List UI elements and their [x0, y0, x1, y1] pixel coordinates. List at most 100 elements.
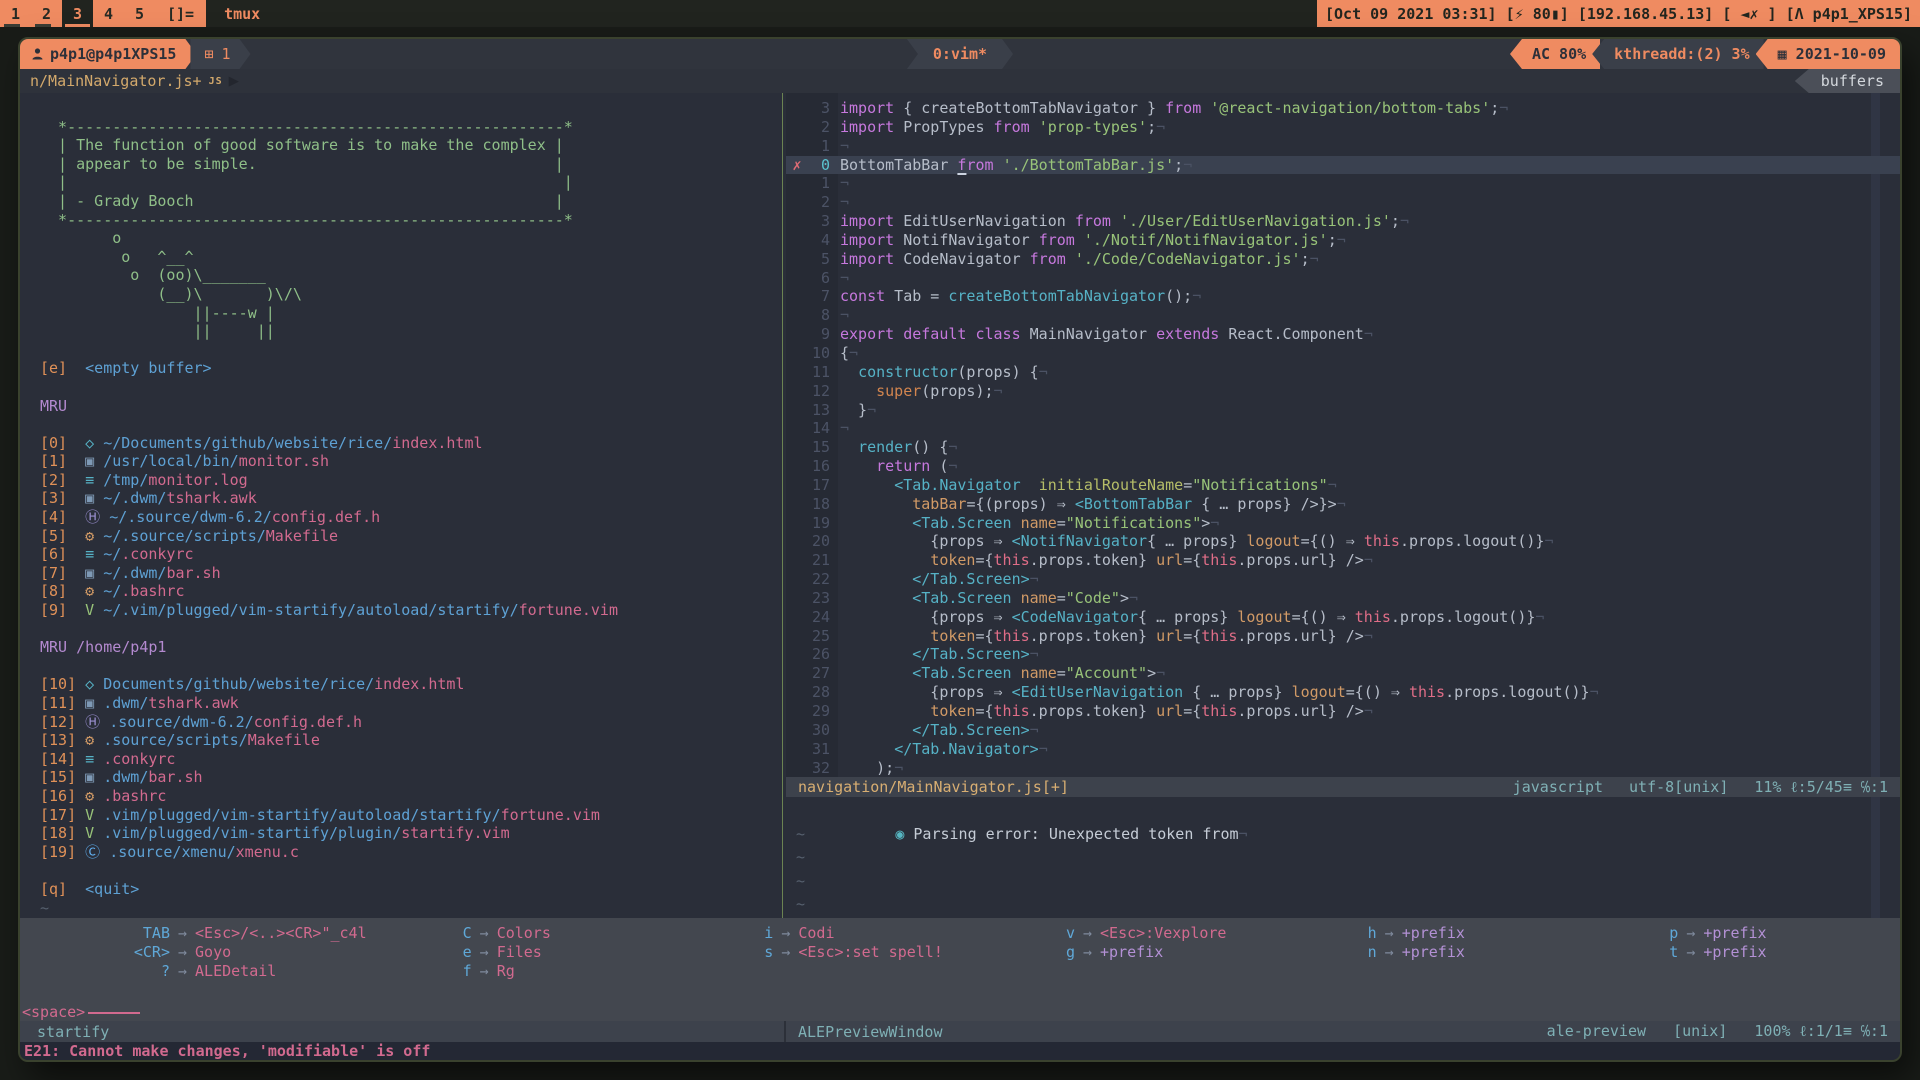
line-number: 0: [808, 156, 830, 175]
whichkey-mapping[interactable]: f→Rg: [392, 962, 694, 981]
code-line: 2¬: [786, 193, 1900, 212]
whichkey-key: g: [995, 943, 1075, 961]
arrow-right-icon: →: [170, 943, 195, 961]
startify-entry[interactable]: [q] <quit>: [40, 880, 780, 899]
startify-text-line: | appear to be simple. |: [40, 155, 780, 174]
code-buffer[interactable]: 3import { createBottomTabNavigator } fro…: [786, 93, 1900, 777]
code-line: 13 }¬: [786, 401, 1900, 420]
startify-entry[interactable]: [1] ▣ /usr/local/bin/monitor.sh: [40, 452, 780, 471]
code-statusline: navigation/MainNavigator.js[+] javascrip…: [786, 777, 1900, 797]
whichkey-mapping[interactable]: t→+prefix: [1598, 943, 1900, 962]
line-number: 29: [808, 702, 830, 721]
whichkey-mapping[interactable]: <CR>→Goyo: [90, 943, 392, 962]
code-line: 16 return (¬: [786, 457, 1900, 476]
startify-entry[interactable]: [3] ▣ ~/.dwm/tshark.awk: [40, 489, 780, 508]
startify-entry[interactable]: [6] ≡ ~/.conkyrc: [40, 545, 780, 564]
line-number: 8: [808, 306, 830, 325]
whichkey-mapping[interactable]: TAB→<Esc>/<..><CR>"_c4l: [90, 924, 392, 943]
whichkey-key: s: [693, 943, 773, 961]
code-line: 28 {props ⇒ <EditUserNavigation { … prop…: [786, 683, 1900, 702]
tmux-window-index: 1: [221, 45, 230, 63]
tabline-current-file[interactable]: n/MainNavigator.js+: [20, 72, 202, 90]
whichkey-mapping[interactable]: p→+prefix: [1598, 924, 1900, 943]
startify-entry[interactable]: [0] ◇ ~/Documents/github/website/rice/in…: [40, 434, 780, 453]
tabline-buffers-label[interactable]: buffers: [1795, 69, 1900, 93]
prompt-dash: [88, 1012, 140, 1014]
startify-entry[interactable]: [13] ⚙ .source/scripts/Makefile: [40, 731, 780, 750]
whichkey-key: f: [392, 962, 472, 980]
startify-entry[interactable]: [16] ⚙ .bashrc: [40, 787, 780, 806]
startify-entry[interactable]: [11] ▣ .dwm/tshark.awk: [40, 694, 780, 713]
whichkey-prompt: <space>: [20, 1002, 1900, 1021]
line-number: 16: [808, 457, 830, 476]
whichkey-empty-cell: [693, 962, 995, 981]
dwm-layout-indicator[interactable]: []=: [155, 0, 206, 27]
startify-entry[interactable]: [e] <empty buffer>: [40, 359, 780, 378]
startify-entry[interactable]: [19] Ⓒ .source/xmenu/xmenu.c: [40, 843, 780, 862]
whichkey-empty-cell: [1297, 962, 1599, 981]
whichkey-action: +prefix: [1100, 943, 1163, 961]
startify-entry[interactable]: [12] Ⓗ .source/dwm-6.2/config.def.h: [40, 713, 780, 732]
code-pane[interactable]: 3import { createBottomTabNavigator } fro…: [786, 93, 1900, 918]
focused-window-title: tmux: [206, 0, 260, 27]
line-number: 3: [808, 212, 830, 231]
whichkey-action: +prefix: [1402, 943, 1465, 961]
user-icon: [32, 48, 43, 60]
arrow-right-icon: →: [472, 943, 497, 961]
whichkey-prefix-label: <space>: [22, 1003, 85, 1021]
dwm-tag-1[interactable]: 1: [0, 0, 31, 27]
whichkey-mapping[interactable]: ?→ALEDetail: [90, 962, 392, 981]
code-line-cursor: ✗0BottomTabBar from './BottomTabBar.js';…: [786, 156, 1900, 175]
whichkey-mapping[interactable]: C→Colors: [392, 924, 694, 943]
startify-entry[interactable]: [9] V ~/.vim/plugged/vim-startify/autolo…: [40, 601, 780, 620]
whichkey-mapping[interactable]: v→<Esc>:Vexplore: [995, 924, 1297, 943]
whichkey-mapping[interactable]: e→Files: [392, 943, 694, 962]
startify-entry[interactable]: [17] V .vim/plugged/vim-startify/autoloa…: [40, 806, 780, 825]
whichkey-empty-cell: [1598, 962, 1900, 981]
tmux-session-name: p4p1@p4p1XPS15: [20, 39, 196, 69]
startify-entry[interactable]: [2] ≡ /tmp/monitor.log: [40, 471, 780, 490]
whichkey-mapping[interactable]: h→+prefix: [1297, 924, 1599, 943]
whichkey-action: ALEDetail: [195, 962, 276, 980]
whichkey-mapping[interactable]: s→<Esc>:set spell!: [693, 943, 995, 962]
whichkey-mapping[interactable]: g→+prefix: [995, 943, 1297, 962]
tmux-status-segment: ▦ 2021-10-09: [1756, 39, 1900, 69]
tmux-status-bar: p4p1@p4p1XPS15 ⊞ 1 0:vim* AC 80%kthreadd…: [20, 39, 1900, 69]
whichkey-action: <Esc>:set spell!: [798, 943, 943, 961]
startify-entry[interactable]: [7] ▣ ~/.dwm/bar.sh: [40, 564, 780, 583]
startify-entry[interactable]: [5] ⚙ ~/.source/scripts/Makefile: [40, 527, 780, 546]
dwm-tag-5[interactable]: 5: [124, 0, 155, 27]
dwm-tag-4[interactable]: 4: [93, 0, 124, 27]
code-line: 18 tabBar={(props) ⇒ <BottomTabBar { … p…: [786, 495, 1900, 514]
arrow-right-icon: →: [472, 924, 497, 942]
line-number: 3: [808, 99, 830, 118]
startify-text-line: | |: [40, 173, 780, 192]
vim-main-area: *---------------------------------------…: [20, 93, 1900, 918]
line-number: 14: [808, 419, 830, 438]
dwm-tag-2[interactable]: 2: [31, 0, 62, 27]
line-number: 5: [808, 250, 830, 269]
startify-entry[interactable]: [4] Ⓗ ~/.source/dwm-6.2/config.def.h: [40, 508, 780, 527]
code-line: 32 );¬: [786, 759, 1900, 778]
startify-entry[interactable]: [8] ⚙ ~/.bashrc: [40, 582, 780, 601]
arrow-right-icon: →: [1075, 924, 1100, 942]
code-line: 29 token={this.props.token} url={this.pr…: [786, 702, 1900, 721]
startify-entry[interactable]: [10] ◇ Documents/github/website/rice/ind…: [40, 675, 780, 694]
dwm-tag-3[interactable]: 3: [62, 0, 93, 27]
startify-blank-line: [40, 415, 780, 434]
line-number: 23: [808, 589, 830, 608]
startify-pane[interactable]: *---------------------------------------…: [20, 93, 780, 918]
whichkey-mapping[interactable]: i→Codi: [693, 924, 995, 943]
line-number: 22: [808, 570, 830, 589]
whichkey-mapping[interactable]: n→+prefix: [1297, 943, 1599, 962]
line-number: 13: [808, 401, 830, 420]
statusline-filename: navigation/MainNavigator.js[+]: [798, 778, 1069, 796]
startify-entry[interactable]: [14] ≡ .conkyrc: [40, 750, 780, 769]
whichkey-key: TAB: [90, 924, 170, 942]
arrow-right-icon: →: [1678, 943, 1703, 961]
whichkey-key: e: [392, 943, 472, 961]
tmux-window-indicator[interactable]: ⊞ 1: [190, 39, 250, 69]
tmux-active-window[interactable]: 0:vim*: [907, 39, 1013, 69]
startify-entry[interactable]: [18] V .vim/plugged/vim-startify/plugin/…: [40, 824, 780, 843]
startify-entry[interactable]: [15] ▣ .dwm/bar.sh: [40, 768, 780, 787]
